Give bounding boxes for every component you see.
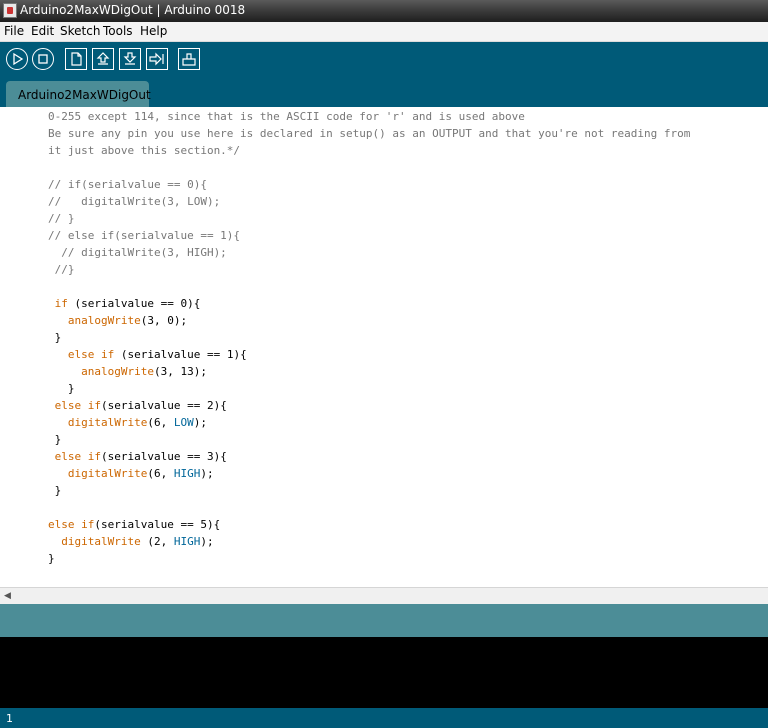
serial-monitor-button[interactable] bbox=[178, 48, 200, 70]
menu-edit[interactable]: Edit bbox=[31, 24, 54, 38]
code-text: } bbox=[48, 433, 62, 446]
tab-label: Arduino2MaxWDigOut bbox=[18, 88, 151, 102]
message-area bbox=[0, 604, 768, 637]
menu-bar: File Edit Sketch Tools Help bbox=[0, 22, 768, 42]
upload-icon bbox=[149, 52, 164, 66]
code-line: 0-255 except 114, since that is the ASCI… bbox=[48, 110, 525, 123]
code-text: } bbox=[48, 484, 62, 497]
code-line: } bbox=[48, 484, 62, 498]
open-icon bbox=[96, 52, 110, 65]
code-line: it just above this section.*/ bbox=[48, 144, 241, 157]
code-line: if (serialvalue == 0){ bbox=[48, 297, 201, 311]
code-text: (3, 13); bbox=[153, 365, 207, 378]
open-button[interactable] bbox=[92, 48, 114, 70]
code-line: else if(serialvalue == 2){ bbox=[48, 399, 227, 413]
verify-icon bbox=[13, 52, 24, 66]
code-keyword: digitalWrite bbox=[61, 535, 141, 548]
code-text: ); bbox=[200, 535, 214, 548]
status-bar: 1 bbox=[0, 708, 768, 728]
java-app-icon bbox=[3, 3, 17, 18]
line-number: 1 bbox=[6, 712, 13, 725]
menu-sketch[interactable]: Sketch bbox=[60, 24, 100, 38]
code-line: Be sure any pin you use here is declared… bbox=[48, 127, 691, 140]
stop-icon bbox=[38, 54, 48, 64]
menu-help[interactable]: Help bbox=[140, 24, 167, 38]
code-line: else if (serialvalue == 1){ bbox=[48, 348, 247, 362]
code-text: (serialvalue == 0){ bbox=[67, 297, 201, 310]
code-keyword: else if bbox=[67, 348, 115, 361]
code-text: } bbox=[48, 552, 55, 565]
tab-arduino2maxwdigout[interactable]: Arduino2MaxWDigOut bbox=[6, 81, 151, 107]
code-text: } bbox=[48, 331, 62, 344]
code-text: (serialvalue == 3){ bbox=[100, 450, 227, 463]
code-line: digitalWrite (2, HIGH); bbox=[48, 535, 214, 549]
save-icon bbox=[123, 52, 137, 65]
horizontal-scrollbar[interactable]: ◀ bbox=[0, 587, 768, 604]
code-line: } bbox=[48, 433, 62, 447]
menu-tools[interactable]: Tools bbox=[103, 24, 133, 38]
code-keyword: analogWrite bbox=[81, 365, 154, 378]
code-text: (serialvalue == 1){ bbox=[114, 348, 247, 361]
code-text: ); bbox=[200, 467, 214, 480]
code-text: (6, bbox=[147, 416, 174, 429]
save-button[interactable] bbox=[119, 48, 141, 70]
window-title-bar: Arduino2MaxWDigOut | Arduino 0018 bbox=[0, 0, 768, 22]
code-line: //} bbox=[48, 263, 75, 276]
code-text: (6, bbox=[147, 467, 174, 480]
code-line: // if(serialvalue == 0){ bbox=[48, 178, 207, 191]
scroll-left-icon[interactable]: ◀ bbox=[4, 591, 11, 601]
code-line: digitalWrite(6, HIGH); bbox=[48, 467, 214, 481]
code-editor[interactable]: 0-255 except 114, since that is the ASCI… bbox=[0, 107, 768, 587]
menu-file[interactable]: File bbox=[4, 24, 24, 38]
code-text: (serialvalue == 5){ bbox=[94, 518, 221, 531]
code-keyword: if bbox=[54, 297, 68, 310]
code-constant: HIGH bbox=[173, 535, 201, 548]
code-line: // } bbox=[48, 212, 75, 225]
code-line: digitalWrite(6, LOW); bbox=[48, 416, 207, 430]
window-title: Arduino2MaxWDigOut | Arduino 0018 bbox=[20, 3, 246, 17]
toolbar bbox=[0, 42, 768, 77]
code-constant: LOW bbox=[173, 416, 194, 429]
code-line: // digitalWrite(3, HIGH); bbox=[48, 246, 227, 259]
console-output[interactable] bbox=[0, 637, 768, 708]
code-line: else if(serialvalue == 3){ bbox=[48, 450, 227, 464]
new-button[interactable] bbox=[65, 48, 87, 70]
code-text: (serialvalue == 2){ bbox=[100, 399, 227, 412]
code-keyword: else if bbox=[54, 450, 101, 463]
code-line: analogWrite(3, 0); bbox=[48, 314, 187, 328]
stop-button[interactable] bbox=[32, 48, 54, 70]
code-line: } bbox=[48, 382, 75, 396]
code-keyword: else if bbox=[48, 518, 95, 531]
code-text: } bbox=[48, 382, 75, 395]
upload-button[interactable] bbox=[146, 48, 168, 70]
code-text: (3, 0); bbox=[140, 314, 188, 327]
code-text: ); bbox=[193, 416, 207, 429]
code-keyword: digitalWrite bbox=[67, 416, 148, 429]
code-line: // else if(serialvalue == 1){ bbox=[48, 229, 241, 242]
code-text: (2, bbox=[140, 535, 174, 548]
code-line: analogWrite(3, 13); bbox=[48, 365, 207, 379]
code-line: else if(serialvalue == 5){ bbox=[48, 518, 220, 532]
code-line: } bbox=[48, 552, 55, 566]
verify-button[interactable] bbox=[6, 48, 28, 70]
code-constant: HIGH bbox=[173, 467, 201, 480]
code-line: // digitalWrite(3, LOW); bbox=[48, 195, 221, 208]
code-keyword: digitalWrite bbox=[67, 467, 148, 480]
code-keyword: else if bbox=[54, 399, 101, 412]
tab-strip: Arduino2MaxWDigOut bbox=[0, 77, 768, 107]
new-icon bbox=[71, 52, 82, 66]
code-keyword: analogWrite bbox=[67, 314, 141, 327]
serial-monitor-icon bbox=[182, 53, 196, 66]
code-line: } bbox=[48, 331, 62, 345]
